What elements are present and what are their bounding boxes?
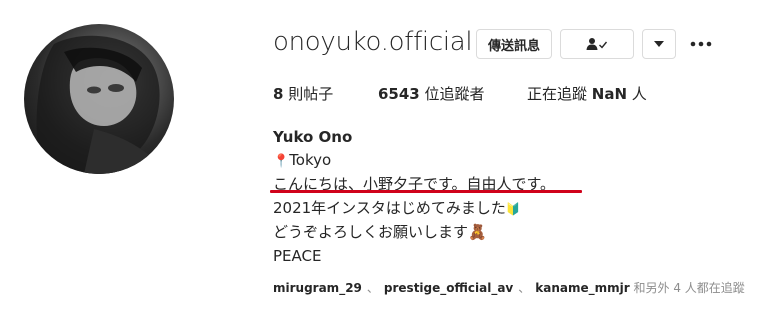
followed-by-separator: 、 — [366, 281, 379, 295]
followers-stat[interactable]: 6543 位追蹤者 — [378, 83, 485, 104]
caret-down-icon — [654, 41, 664, 47]
following-label: 人 — [627, 85, 647, 103]
following-count: NaN — [591, 85, 628, 103]
posts-stat: 8 則帖子 — [273, 83, 333, 104]
display-name: Yuko Ono — [273, 128, 353, 146]
followed-by-account[interactable]: mirugram_29 — [273, 281, 362, 295]
pin-icon: 📍 — [273, 154, 290, 169]
annotation-underline — [270, 190, 582, 193]
bio-instagram-text: 2021年インスタはじめてみました — [273, 199, 506, 217]
following-prefix: 正在追蹤 — [527, 85, 592, 103]
profile-username: onoyuko.official — [273, 27, 473, 57]
person-check-icon — [586, 38, 608, 50]
posts-count: 8 — [273, 85, 284, 103]
followed-by-separator: 、 — [518, 281, 531, 295]
teddy-bear-icon: 🧸 — [468, 223, 487, 241]
profile-bio: Yuko Ono 📍Tokyo こんにちは、小野夕子です。自由人です。 2021… — [273, 126, 555, 268]
bio-regards-text: どうぞよろしくお願いします — [273, 223, 469, 241]
following-stat[interactable]: 正在追蹤 NaN 人 — [527, 83, 647, 104]
beginner-mark-icon: 🔰 — [505, 202, 521, 216]
suggested-dropdown-button[interactable] — [642, 29, 676, 59]
followed-by[interactable]: mirugram_29 、 prestige_official_av 、 kaname_… — [273, 279, 745, 296]
bio-location: Tokyo — [289, 151, 332, 169]
bio-location-line: 📍Tokyo — [273, 148, 555, 172]
avatar[interactable] — [24, 24, 174, 174]
followed-by-account[interactable]: prestige_official_av — [384, 281, 513, 295]
followed-by-rest: 和另外 4 人都在追蹤 — [629, 281, 745, 295]
avatar-photo — [36, 35, 160, 174]
posts-label: 則帖子 — [283, 85, 334, 103]
following-button[interactable] — [560, 29, 634, 59]
followers-label: 位追蹤者 — [419, 85, 485, 103]
more-horizontal-icon — [690, 41, 712, 47]
message-button[interactable]: 傳送訊息 — [476, 29, 552, 59]
followers-count: 6543 — [378, 85, 420, 103]
more-options-button[interactable] — [688, 32, 714, 56]
bio-instagram-line: 2021年インスタはじめてみました🔰 — [273, 196, 555, 220]
bio-peace-line: PEACE — [273, 247, 322, 265]
followed-by-account[interactable]: kaname_mmjr — [535, 281, 629, 295]
bio-regards-line: どうぞよろしくお願いします🧸 — [273, 220, 555, 244]
